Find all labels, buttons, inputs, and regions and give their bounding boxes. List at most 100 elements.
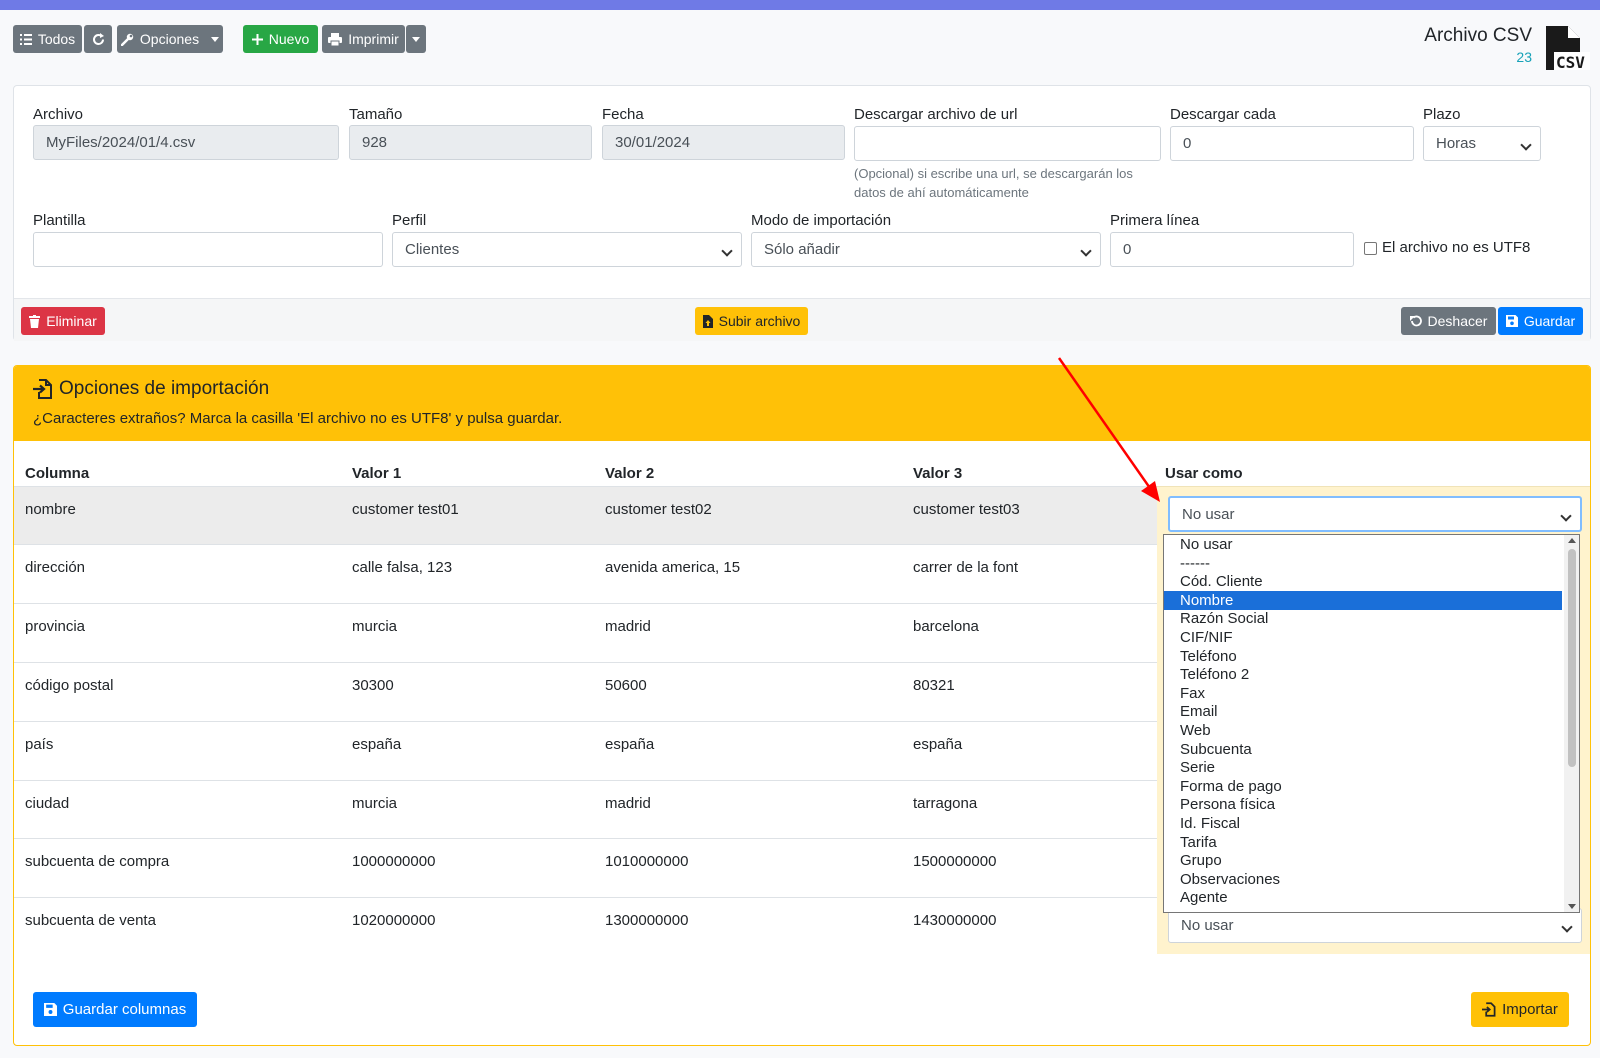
date-field[interactable]: 30/01/2024 [602,125,845,160]
term-select[interactable]: Horas [1423,126,1541,161]
value-2-cell: 50600 [605,677,647,694]
value-1-cell: 1020000000 [352,912,436,929]
column-name-cell: subcuenta de compra [25,853,170,870]
column-header-use-as: Usar como [1165,465,1243,482]
dropdown-option[interactable]: CIF/NIF [1164,628,1562,647]
undo-button-label: Deshacer [1427,313,1488,329]
import-button[interactable]: Importar [1471,992,1569,1027]
file-settings-footer: Eliminar Subir archivo Deshacer Guardar [14,298,1590,341]
file-field-value: MyFiles/2024/01/4.csv [46,134,196,151]
save-button-label: Guardar [1523,313,1576,329]
utf8-checkbox[interactable] [1364,242,1377,255]
dropdown-option[interactable]: Web [1164,721,1562,740]
column-name-cell: nombre [25,501,76,518]
dropdown-option[interactable]: Id. Fiscal [1164,814,1562,833]
dropdown-option[interactable]: Email [1164,702,1562,721]
print-dropdown-toggle[interactable] [406,25,426,53]
use-as-select-row-1[interactable]: No usar [1168,496,1582,532]
use-as-select-row-8[interactable]: No usar [1168,908,1582,943]
page-heading: Archivo CSV 23 [1424,25,1532,65]
value-2-cell: españa [605,736,655,753]
dropdown-scrollbar[interactable] [1564,535,1579,912]
file-field[interactable]: MyFiles/2024/01/4.csv [33,125,339,160]
table-row: subcuenta de venta 1020000000 1300000000… [14,897,1157,955]
dropdown-option[interactable]: Subcuenta [1164,740,1562,759]
value-3-cell: carrer de la font [913,559,1019,576]
value-3-cell: 1430000000 [913,912,997,929]
column-header-value-2: Valor 2 [605,465,655,482]
refresh-button[interactable] [84,25,112,53]
term-select-value: Horas [1436,135,1477,152]
new-button-label: Nuevo [268,31,310,47]
dropdown-option[interactable]: Fax [1164,684,1562,703]
column-header-value-3: Valor 3 [913,465,963,482]
import-mode-label: Modo de importación [751,212,892,229]
first-line-input[interactable]: 0 [1110,232,1354,267]
column-name-cell: dirección [25,559,86,576]
date-label: Fecha [602,106,644,123]
dropdown-option[interactable]: Teléfono 2 [1164,665,1562,684]
import-mode-select[interactable]: Sólo añadir [751,232,1101,267]
dropdown-option[interactable]: Agente [1164,888,1562,907]
url-input[interactable] [854,126,1161,161]
template-input[interactable] [33,232,383,267]
column-name-cell: país [25,736,54,753]
dropdown-option[interactable]: Persona física [1164,795,1562,814]
column-name-cell: subcuenta de venta [25,912,156,929]
first-line-value: 0 [1123,241,1132,258]
table-row: subcuenta de compra 1000000000 101000000… [14,838,1157,896]
scrollbar-thumb[interactable] [1568,549,1576,767]
dropdown-option-highlighted[interactable]: Nombre [1164,590,1562,610]
value-2-cell: avenida america, 15 [605,559,741,576]
dropdown-option[interactable]: Grupo [1164,851,1562,870]
template-label: Plantilla [33,212,86,229]
save-button[interactable]: Guardar [1498,307,1583,335]
print-button[interactable]: Imprimir [322,25,405,53]
dropdown-option[interactable]: Serie [1164,758,1562,777]
chevron-down-icon [412,36,420,42]
upload-file-button-label: Subir archivo [718,313,801,329]
use-as-select-row-8-value: No usar [1181,917,1234,934]
dropdown-option[interactable]: ------ [1164,554,1562,573]
scroll-down-arrow-icon[interactable] [1568,904,1576,909]
scroll-up-arrow-icon[interactable] [1568,538,1576,543]
dropdown-option[interactable]: Observaciones [1164,870,1562,889]
value-3-cell: españa [913,736,963,753]
plus-icon [251,33,263,45]
term-label: Plazo [1423,106,1461,123]
download-every-input[interactable]: 0 [1170,126,1414,161]
dropdown-option[interactable]: Cód. Cliente [1164,572,1562,591]
dropdown-option[interactable]: Tarifa [1164,833,1562,852]
url-help-line-1: (Opcional) si escribe una url, se descar… [854,166,1133,181]
table-row: nombre customer test01 customer test02 c… [14,486,1157,544]
url-help-text: (Opcional) si escribe una url, se descar… [854,164,1133,202]
size-field[interactable]: 928 [349,125,592,160]
value-3-cell: barcelona [913,618,979,635]
dropdown-option[interactable]: Forma de pago [1164,777,1562,796]
table-row: ciudad murcia madrid tarragona [14,780,1157,838]
print-button-label: Imprimir [348,31,399,47]
options-button[interactable]: Opciones [117,25,223,53]
value-1-cell: 1000000000 [352,853,436,870]
dropdown-option[interactable]: Razón Social [1164,609,1562,628]
upload-file-button[interactable]: Subir archivo [695,307,808,335]
dropdown-option[interactable]: Teléfono [1164,647,1562,666]
size-label: Tamaño [349,106,403,123]
all-button[interactable]: Todos [13,25,82,53]
options-button-label: Opciones [139,31,200,47]
value-2-cell: customer test02 [605,501,712,518]
profile-select-value: Clientes [405,241,460,258]
dropdown-option[interactable]: No usar [1164,535,1562,554]
use-as-dropdown-list[interactable]: No usar ------ Cód. Cliente Nombre Razón… [1163,534,1580,913]
size-field-value: 928 [362,134,388,151]
column-name-cell: código postal [25,677,114,694]
new-button[interactable]: Nuevo [243,25,318,53]
undo-button[interactable]: Deshacer [1401,307,1496,335]
file-import-icon [33,379,53,399]
record-count: 23 [1516,49,1532,65]
column-header-value-1: Valor 1 [352,465,402,482]
delete-button[interactable]: Eliminar [21,307,105,335]
column-name-cell: ciudad [25,795,70,812]
save-columns-button[interactable]: Guardar columnas [33,992,197,1027]
profile-select[interactable]: Clientes [392,232,742,267]
